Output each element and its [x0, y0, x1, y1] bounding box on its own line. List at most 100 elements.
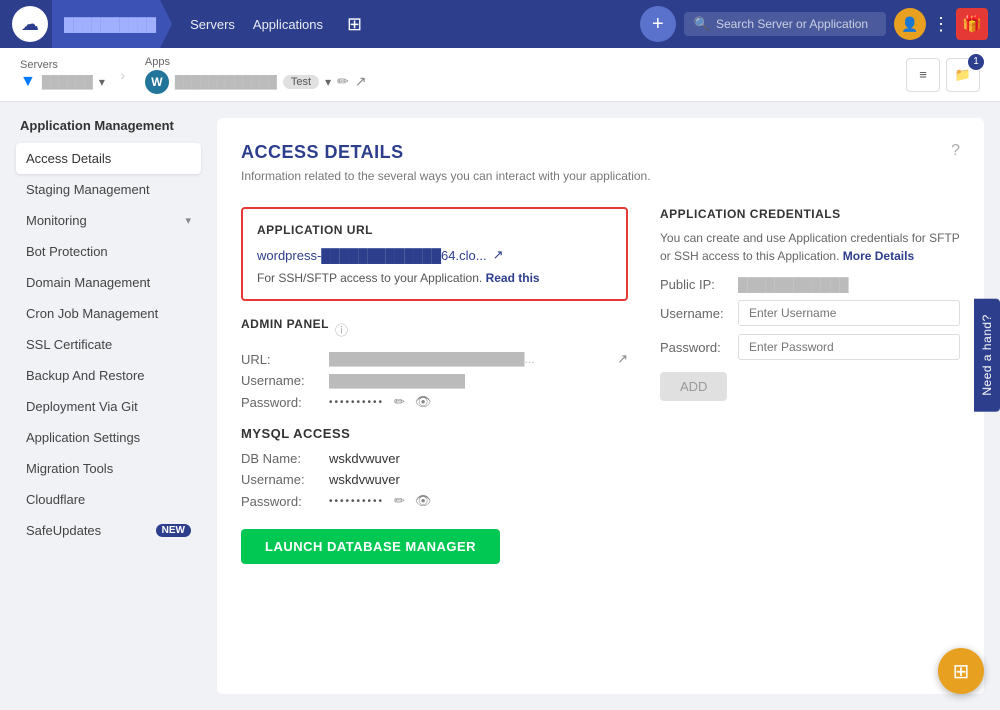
- sidebar-item-label: Monitoring: [26, 213, 87, 228]
- sidebar: Application Management Access Details Sta…: [16, 118, 201, 694]
- read-this-link[interactable]: Read this: [486, 271, 540, 285]
- server-value: ▼ ██████ ▾: [20, 73, 105, 91]
- sidebar-item-access-details[interactable]: Access Details: [16, 143, 201, 174]
- need-a-hand-button[interactable]: Need a hand?: [974, 298, 1000, 411]
- credentials-title: APPLICATION CREDENTIALS: [660, 207, 960, 221]
- sidebar-item-label: SSL Certificate: [26, 337, 112, 352]
- app-name: ████████████: [175, 75, 277, 89]
- servers-nav-link[interactable]: Servers: [190, 17, 235, 32]
- sidebar-item-label: Deployment Via Git: [26, 399, 138, 414]
- application-url-section: APPLICATION URL wordpress-█████████████6…: [241, 207, 628, 301]
- sidebar-item-safeupdates[interactable]: SafeUpdates NEW: [16, 515, 201, 546]
- sidebar-item-label: Access Details: [26, 151, 111, 166]
- mysql-password-label: Password:: [241, 494, 321, 509]
- chevron-down-icon: ▾: [185, 214, 191, 227]
- gift-icon[interactable]: 🎁: [956, 8, 988, 40]
- servers-label: Servers: [20, 59, 105, 71]
- sidebar-item-monitoring[interactable]: Monitoring ▾: [16, 205, 201, 236]
- app-url-external-icon[interactable]: ↗: [493, 247, 504, 263]
- sidebar-item-label: Backup And Restore: [26, 368, 145, 383]
- ssh-note: For SSH/SFTP access to your Application.…: [257, 271, 612, 285]
- search-input[interactable]: [716, 17, 876, 31]
- admin-username-label: Username:: [241, 373, 321, 388]
- files-button[interactable]: 📁 1: [946, 58, 980, 92]
- sidebar-title: Application Management: [16, 118, 201, 133]
- sidebar-item-label: Staging Management: [26, 182, 150, 197]
- more-options-icon[interactable]: ⋮: [932, 14, 950, 35]
- sidebar-item-ssl-certificate[interactable]: SSL Certificate: [16, 329, 201, 360]
- fab-button[interactable]: ⊞: [938, 648, 984, 694]
- cred-username-input[interactable]: [738, 300, 960, 326]
- cred-password-label: Password:: [660, 340, 730, 355]
- db-name-value: wskdvwuver: [329, 451, 628, 466]
- sidebar-item-domain-management[interactable]: Domain Management: [16, 267, 201, 298]
- sidebar-item-label: Migration Tools: [26, 461, 113, 476]
- admin-url-external-icon[interactable]: ↗: [617, 351, 628, 367]
- launch-database-manager-button[interactable]: LAUNCH DATABASE MANAGER: [241, 529, 500, 564]
- nav-links: Servers Applications ⊞: [190, 14, 362, 35]
- app-dropdown-icon[interactable]: ▾: [325, 75, 331, 89]
- applications-nav-link[interactable]: Applications: [253, 17, 323, 32]
- mysql-username-label: Username:: [241, 472, 321, 487]
- page-title: ACCESS DETAILS: [241, 142, 404, 163]
- server-breadcrumb[interactable]: ██████████: [52, 0, 172, 48]
- files-badge: 1: [968, 54, 984, 70]
- main-layout: Application Management Access Details Sta…: [0, 102, 1000, 710]
- apps-value: W ████████████ Test ▾ ✏ ↗: [145, 70, 367, 94]
- sidebar-item-label: Cron Job Management: [26, 306, 158, 321]
- admin-url-label: URL:: [241, 352, 321, 367]
- edit-icon[interactable]: ✏: [337, 73, 349, 90]
- sidebar-item-deployment-via-git[interactable]: Deployment Via Git: [16, 391, 201, 422]
- mysql-password-view-icon[interactable]: 👁: [415, 493, 432, 509]
- sidebar-item-bot-protection[interactable]: Bot Protection: [16, 236, 201, 267]
- logo[interactable]: ☁: [12, 6, 48, 42]
- sidebar-item-label: Bot Protection: [26, 244, 108, 259]
- sidebar-item-backup-and-restore[interactable]: Backup And Restore: [16, 360, 201, 391]
- server-dropdown-icon[interactable]: ▾: [99, 75, 105, 89]
- secondary-navigation: Servers ▼ ██████ ▾ › Apps W ████████████…: [0, 48, 1000, 102]
- servers-section: Servers ▼ ██████ ▾: [20, 59, 105, 91]
- admin-url-value: ███████████████████████...: [329, 352, 607, 366]
- content-subtitle: Information related to the several ways …: [241, 169, 960, 183]
- sidebar-item-migration-tools[interactable]: Migration Tools: [16, 453, 201, 484]
- admin-password-view-icon[interactable]: 👁: [415, 394, 432, 410]
- sidebar-item-label: Cloudflare: [26, 492, 85, 507]
- grid-icon[interactable]: ⊞: [347, 14, 362, 35]
- sidebar-item-application-settings[interactable]: Application Settings: [16, 422, 201, 453]
- public-ip-label: Public IP:: [660, 277, 730, 292]
- sidebar-item-cloudflare[interactable]: Cloudflare: [16, 484, 201, 515]
- more-details-link[interactable]: More Details: [843, 249, 914, 263]
- search-bar[interactable]: 🔍: [684, 12, 886, 36]
- credentials-panel: APPLICATION CREDENTIALS You can create a…: [660, 207, 960, 564]
- cred-password-input[interactable]: [738, 334, 960, 360]
- admin-password-dots: ••••••••••: [329, 397, 384, 408]
- db-name-label: DB Name:: [241, 451, 321, 466]
- admin-panel-section: ADMIN PANEL ⓘ URL: █████████████████████…: [241, 317, 628, 410]
- sidebar-item-staging-management[interactable]: Staging Management: [16, 174, 201, 205]
- apps-label: Apps: [145, 56, 367, 68]
- server-name-secondary: ██████: [42, 75, 93, 89]
- admin-password-label: Password:: [241, 395, 321, 410]
- help-icon[interactable]: ?: [951, 142, 960, 160]
- nav-divider: ›: [113, 67, 133, 83]
- mysql-access-section: MYSQL ACCESS DB Name: wskdvwuver Usernam…: [241, 426, 628, 509]
- credentials-description: You can create and use Application crede…: [660, 229, 960, 265]
- add-button[interactable]: +: [640, 6, 676, 42]
- mysql-password-edit-icon[interactable]: ✏: [394, 493, 405, 509]
- sidebar-item-cron-job-management[interactable]: Cron Job Management: [16, 298, 201, 329]
- top-navigation: ☁ ██████████ Servers Applications ⊞ + 🔍 …: [0, 0, 1000, 48]
- folder-icon: 📁: [955, 67, 971, 83]
- external-link-icon[interactable]: ↗: [355, 73, 367, 90]
- list-view-button[interactable]: ≡: [906, 58, 940, 92]
- admin-panel-info-icon[interactable]: ⓘ: [335, 320, 348, 339]
- sidebar-item-label: SafeUpdates: [26, 523, 101, 538]
- add-credentials-button[interactable]: ADD: [660, 372, 727, 401]
- new-badge: NEW: [156, 524, 191, 537]
- public-ip-value: ████████████: [738, 277, 849, 292]
- search-icon: 🔍: [694, 16, 710, 32]
- user-avatar[interactable]: 👤: [894, 8, 926, 40]
- main-content: ACCESS DETAILS ? Information related to …: [217, 118, 984, 694]
- admin-password-edit-icon[interactable]: ✏: [394, 394, 405, 410]
- mysql-title: MYSQL ACCESS: [241, 426, 628, 441]
- app-url-label: APPLICATION URL: [257, 223, 612, 237]
